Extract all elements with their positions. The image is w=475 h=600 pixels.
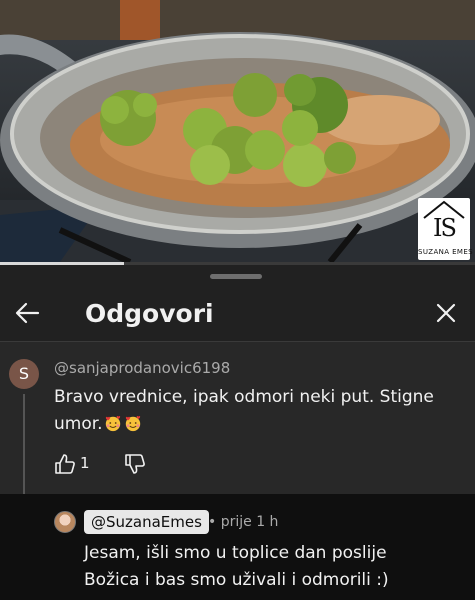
smiling-face-with-hearts-icon [125, 416, 140, 432]
comment-text: Bravo vrednice, ipak odmori neki put. St… [54, 384, 454, 438]
arrow-left-icon [15, 302, 40, 324]
dislike-button[interactable] [124, 453, 146, 475]
smiling-face-with-hearts-icon [105, 416, 120, 432]
watermark-monogram: IS [433, 214, 457, 242]
panel-header: Odgovori [0, 287, 475, 341]
replies-panel: Odgovori S @sanjaprodanovic6198 Bravo vr… [0, 265, 475, 600]
watermark-text: SUZANA EMES [418, 248, 474, 256]
reply-text-line2: Božica i bas smo uživali i odmorili :) [84, 570, 389, 590]
drag-handle[interactable] [210, 274, 262, 279]
avatar[interactable] [54, 511, 76, 533]
close-icon [436, 303, 456, 323]
comment-text-line2: umor. [54, 414, 103, 434]
thumbs-up-icon [55, 454, 75, 474]
reply-comment: @SuzanaEmes • prije 1 h Jesam, išli smo … [0, 494, 475, 600]
avatar[interactable]: S [9, 359, 39, 389]
back-button[interactable] [8, 293, 48, 333]
channel-watermark-logo: IS SUZANA EMES [418, 198, 474, 260]
like-button[interactable] [54, 453, 76, 475]
reply-text-line1: Jesam, išli smo u toplice dan poslije [84, 543, 387, 563]
reply-author-chip[interactable]: @SuzanaEmes [84, 510, 209, 534]
reply-text: Jesam, išli smo u toplice dan poslije Bo… [84, 540, 464, 594]
like-count: 1 [80, 454, 90, 472]
video-player[interactable]: IS SUZANA EMES [0, 0, 475, 262]
close-button[interactable] [426, 293, 466, 333]
reply-timestamp: • prije 1 h [208, 514, 279, 530]
parent-comment: S @sanjaprodanovic6198 Bravo vrednice, i… [0, 342, 475, 526]
thumbs-down-icon [125, 454, 145, 474]
comment-author[interactable]: @sanjaprodanovic6198 [54, 359, 230, 377]
video-frame-pan-with-broccoli [0, 0, 475, 262]
comment-text-line1: Bravo vrednice, ipak odmori neki put. St… [54, 387, 434, 407]
panel-title: Odgovori [85, 299, 214, 328]
